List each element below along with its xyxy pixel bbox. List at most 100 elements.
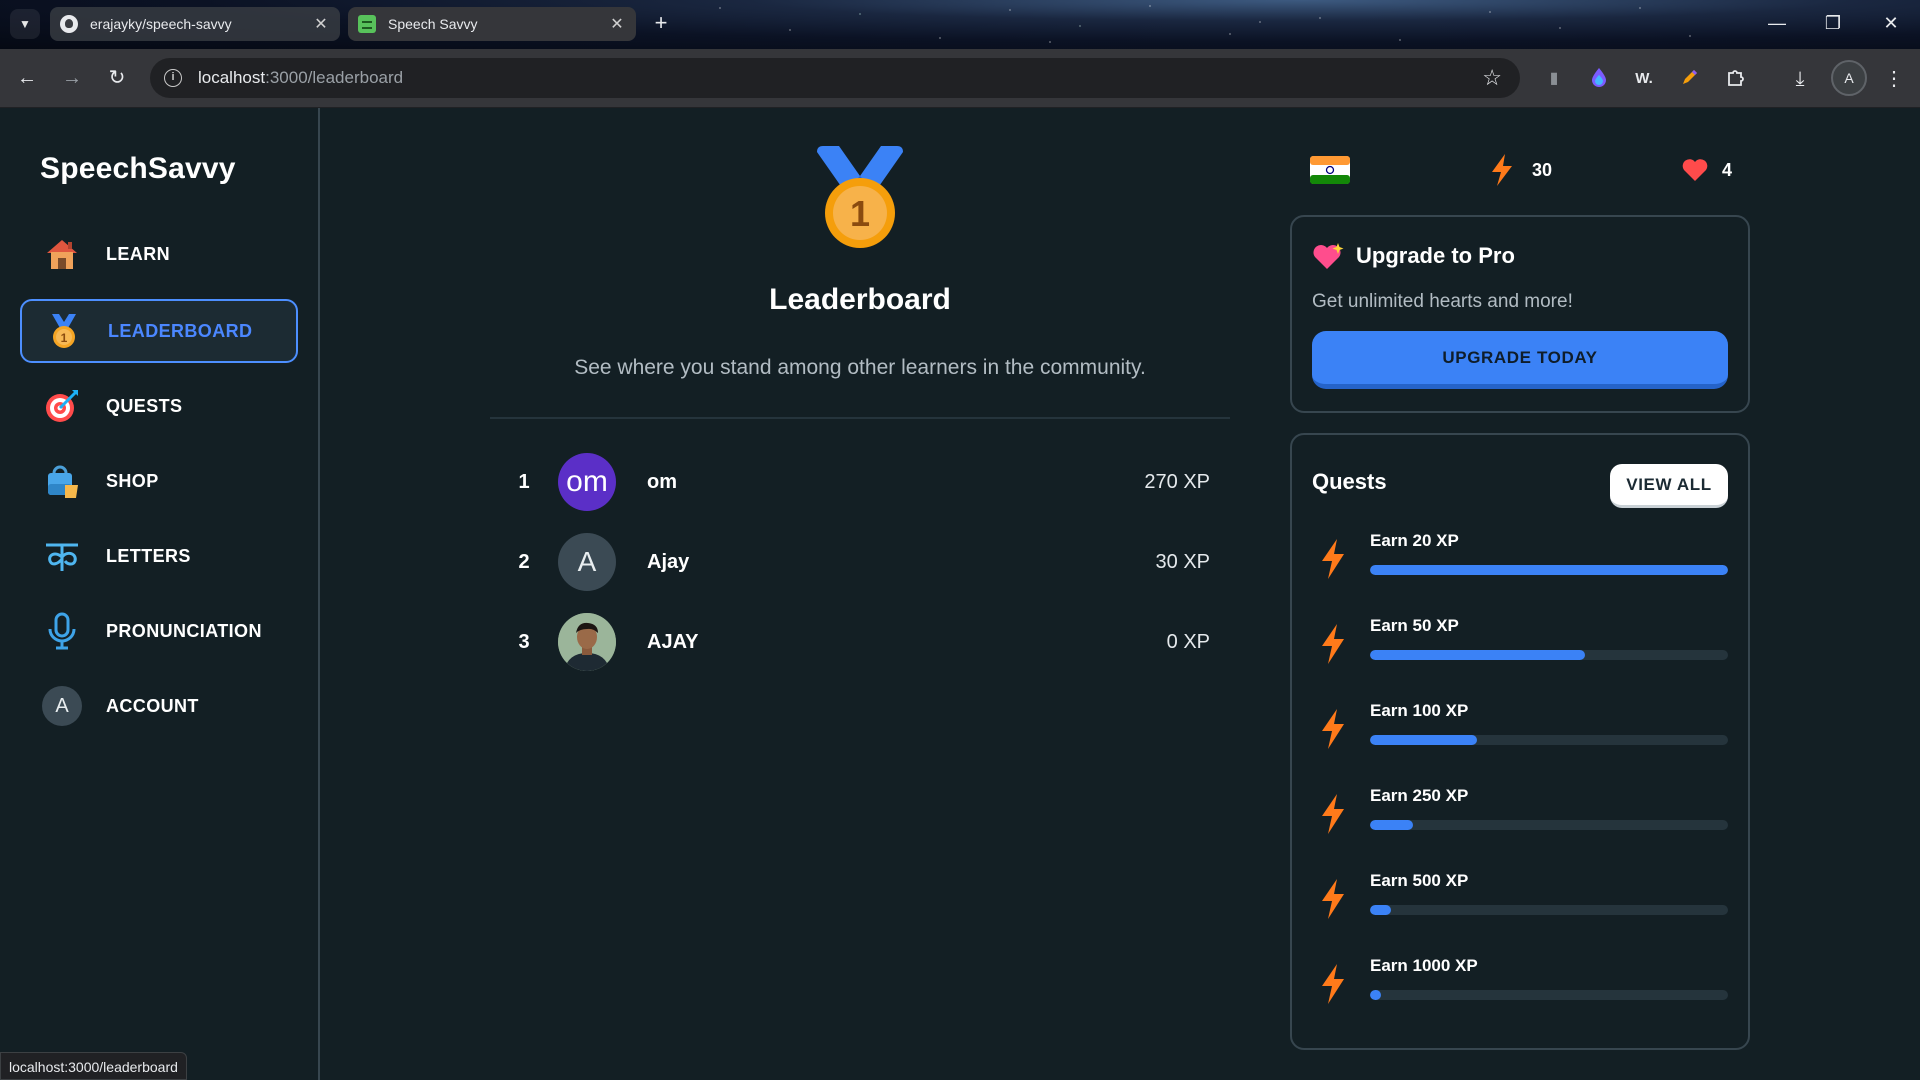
quest-item: Earn 1000 XP [1312,956,1728,1016]
pro-title-text: Upgrade to Pro [1356,243,1515,268]
sidebar-item-letters[interactable]: LETTERS [20,524,298,588]
sidebar-item-shop[interactable]: SHOP [20,449,298,513]
quest-item: Earn 50 XP [1312,616,1728,676]
download-icon[interactable]: ⤓ [1788,67,1812,91]
url-host: localhost [198,68,266,87]
house-icon [42,234,82,274]
devanagari-letter-icon [42,536,82,576]
close-tab-icon[interactable]: ✕ [312,14,330,34]
quest-item: Earn 100 XP [1312,701,1728,761]
quest-item: Earn 20 XP [1312,531,1728,591]
hearts-value: 4 [1722,159,1733,180]
quest-progress-fill [1370,990,1381,1000]
pro-card-title: Upgrade to Pro [1312,241,1515,271]
rank-number: 1 [518,470,530,493]
quest-label: Earn 250 XP [1370,786,1469,805]
rank-number: 3 [518,630,530,653]
leaderboard-row: 3 AJAY 0 XP [490,610,1230,674]
quest-progress-fill [1370,650,1585,660]
sidebar-item-label: QUESTS [106,395,183,416]
app-page: SpeechSavvy LEARN 1 LEADERBOARD QUESTS S… [0,108,1920,1080]
address-bar[interactable]: i localhost:3000/leaderboard ☆ [150,58,1520,98]
close-tab-icon[interactable]: ✕ [608,14,626,34]
quest-progress-fill [1370,735,1478,745]
sidebar-item-pronunciation[interactable]: PRONUNCIATION [20,599,298,663]
restore-window-icon[interactable]: ❐ [1818,13,1848,34]
extension-w-icon[interactable]: W. [1632,67,1656,91]
account-avatar: A [42,686,82,726]
medal-icon: 1 [44,311,84,351]
quest-progress-bar [1370,735,1728,745]
leaderboard-row: 2 A Ajay 30 XP [490,530,1230,594]
quest-label: Earn 500 XP [1370,871,1469,890]
user-xp: 270 XP [1144,470,1210,493]
speech-savvy-favicon-icon [358,15,376,33]
user-stats-bar: 30 4 [1290,150,1750,190]
extension-drop-icon[interactable] [1587,67,1611,91]
xp-points-stat[interactable]: 30 [1490,150,1552,190]
hearts-stat[interactable]: 4 [1682,150,1732,190]
reload-icon[interactable]: ↻ [102,64,132,94]
sidebar-item-label: SHOP [106,470,159,491]
user-xp: 30 XP [1155,550,1210,573]
url-text[interactable]: localhost:3000/leaderboard [198,68,403,88]
brand-logo-text[interactable]: SpeechSavvy [40,152,236,186]
sidebar-item-label: LEARN [106,243,170,264]
sidebar: SpeechSavvy LEARN 1 LEADERBOARD QUESTS S… [0,108,320,1080]
user-name: AJAY [647,630,699,653]
quest-progress-bar [1370,990,1728,1000]
upgrade-today-button[interactable]: UPGRADE TODAY [1312,331,1728,389]
leaderboard-row: 1 om om 270 XP [490,450,1230,514]
site-info-icon[interactable]: i [164,69,182,87]
user-avatar: om [558,453,616,511]
medal-rank-number: 1 [850,193,870,234]
status-bar-url: localhost:3000/leaderboard [0,1052,187,1080]
extensions-puzzle-icon[interactable] [1724,67,1748,91]
sidebar-item-learn[interactable]: LEARN [20,222,298,286]
sidebar-item-quests[interactable]: QUESTS [20,374,298,438]
browser-menu-icon[interactable]: ⋮ [1882,67,1906,91]
back-arrow-icon[interactable]: ← [12,64,42,94]
view-all-button[interactable]: VIEW ALL [1610,464,1728,508]
quests-card-title: Quests [1312,469,1387,494]
extension-jar-icon[interactable]: ▮ [1542,67,1566,91]
tab-search-chevron-icon[interactable]: ▼ [10,9,40,39]
quest-progress-bar [1370,565,1728,575]
url-path: :3000/leaderboard [265,68,404,87]
target-icon [42,386,82,426]
browser-tab-github[interactable]: erajayky/speech-savvy ✕ [50,7,340,41]
user-xp: 0 XP [1166,630,1210,653]
pro-card-subtitle: Get unlimited hearts and more! [1312,291,1573,312]
quest-item: Earn 250 XP [1312,786,1728,846]
extension-pen-icon[interactable] [1678,67,1702,91]
github-icon [60,15,78,33]
sparkle-heart-icon [1313,243,1344,269]
xp-points-value: 30 [1532,159,1553,180]
medal-icon: 1 [815,146,905,253]
shopping-bag-icon [42,461,82,501]
sidebar-item-label: ACCOUNT [106,695,199,716]
browser-tab-speech-savvy[interactable]: Speech Savvy ✕ [348,7,636,41]
rank-number: 2 [518,550,530,573]
user-photo-avatar [558,613,616,671]
browser-profile-avatar[interactable]: A [1831,60,1867,96]
quest-progress-bar [1370,820,1728,830]
close-window-icon[interactable]: ✕ [1876,13,1906,34]
lightning-bolt-icon [1320,879,1346,924]
sidebar-item-leaderboard[interactable]: 1 LEADERBOARD [20,299,298,363]
quest-label: Earn 20 XP [1370,531,1459,550]
quest-progress-fill [1370,905,1392,915]
language-selector[interactable] [1310,150,1350,190]
minimize-window-icon[interactable]: — [1762,13,1792,34]
quest-label: Earn 100 XP [1370,701,1469,720]
lightning-bolt-icon [1492,154,1512,186]
new-tab-plus-icon[interactable]: + [648,11,674,37]
forward-arrow-icon[interactable]: → [57,64,87,94]
microphone-icon [42,611,82,651]
sidebar-item-label: PRONUNCIATION [106,620,262,641]
sidebar-item-account[interactable]: A ACCOUNT [20,674,298,738]
bookmark-star-icon[interactable]: ☆ [1482,65,1502,91]
quest-label: Earn 1000 XP [1370,956,1478,975]
lightning-bolt-icon [1320,964,1346,1009]
account-avatar-initial: A [42,686,82,726]
